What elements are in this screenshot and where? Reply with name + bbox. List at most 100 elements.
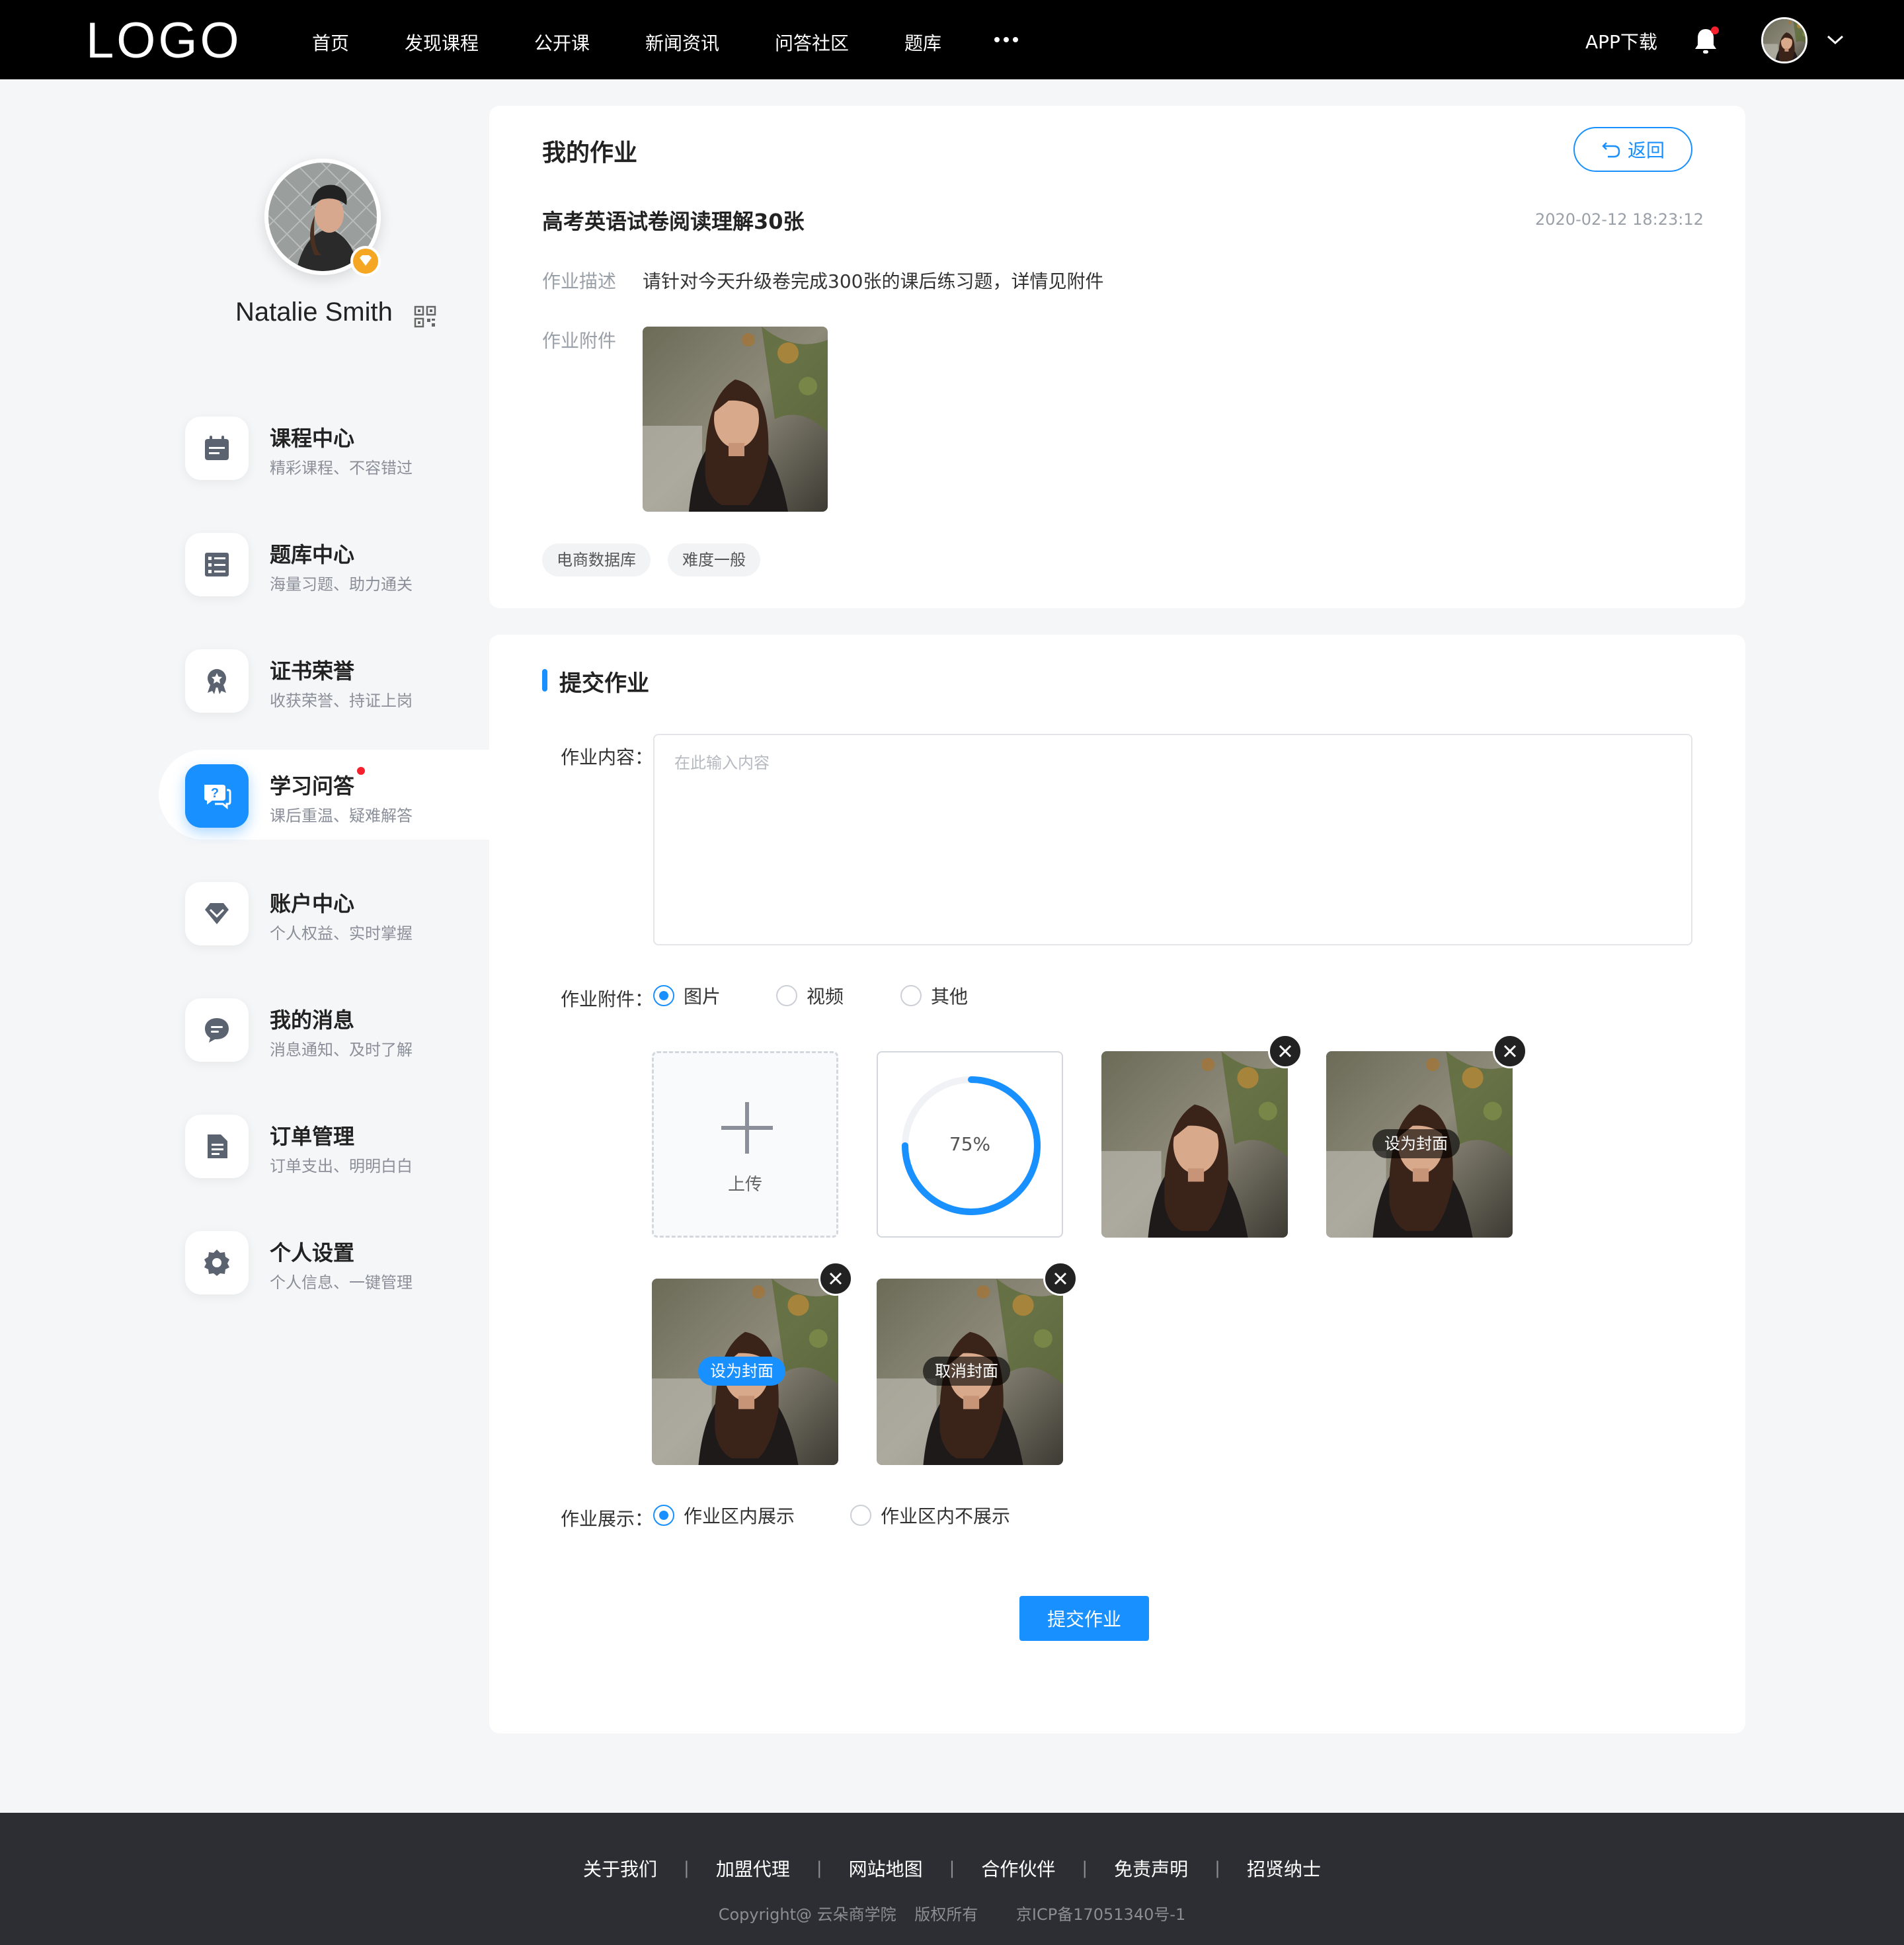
divider: |: [949, 1858, 955, 1878]
content-textarea[interactable]: [653, 734, 1692, 945]
close-icon[interactable]: [1043, 1261, 1078, 1296]
description-label: 作业描述: [542, 270, 617, 292]
more-icon[interactable]: [994, 37, 1018, 42]
sidebar-item-title: 证书荣誉: [270, 658, 355, 684]
plus-icon: [721, 1102, 773, 1154]
upload-label: 上传: [727, 1175, 762, 1195]
profile-name: Natalie Smith: [235, 298, 393, 327]
copyright-text: Copyright@ 云朵商学院: [718, 1905, 896, 1924]
svg-text:?: ?: [211, 786, 219, 801]
sidebar-item-subtitle: 课后重温、疑难解答: [270, 807, 413, 825]
homework-date: 2020-02-12 18:23:12: [1535, 210, 1704, 229]
submit-homework-button[interactable]: 提交作业: [1019, 1596, 1149, 1641]
footer-link-about[interactable]: 关于我们: [583, 1855, 657, 1882]
footer-links: 关于我们 | 加盟代理 | 网站地图 | 合作伙伴 | 免责声明 | 招贤纳士: [0, 1855, 1904, 1882]
sidebar-item-subtitle: 订单支出、明明白白: [270, 1157, 413, 1175]
sidebar-item-subtitle: 收获荣誉、持证上岗: [270, 692, 413, 710]
radio-label: 视频: [807, 986, 844, 1008]
uploaded-image-tile[interactable]: 设为封面: [1326, 1051, 1513, 1238]
uploaded-image-tile[interactable]: 取消封面: [877, 1279, 1063, 1465]
unread-dot: [357, 767, 365, 775]
cancel-cover-button[interactable]: 取消封面: [923, 1357, 1010, 1386]
attachment-label: 作业附件: [542, 330, 617, 352]
logo[interactable]: LOGO: [86, 15, 242, 67]
footer-link-sitemap[interactable]: 网站地图: [849, 1855, 923, 1882]
sidebar-item-account-center[interactable]: 账户中心 个人权益、实时掌握: [159, 867, 489, 957]
radio-circle: [653, 985, 674, 1006]
uploaded-image-tile[interactable]: [1101, 1051, 1288, 1238]
footer-link-franchise[interactable]: 加盟代理: [716, 1855, 790, 1882]
attachment-image[interactable]: [643, 327, 828, 512]
sidebar-item-title: 订单管理: [270, 1124, 355, 1149]
sidebar-item-subtitle: 个人信息、一键管理: [270, 1273, 413, 1292]
radio-circle: [776, 985, 797, 1006]
close-icon[interactable]: [1493, 1034, 1527, 1068]
card-title: 我的作业: [542, 139, 638, 167]
footer-link-disclaimer[interactable]: 免责声明: [1114, 1855, 1188, 1882]
sidebar-item-learning-qa[interactable]: ? 学习问答 课后重温、疑难解答: [159, 750, 489, 840]
homework-title: 高考英语试卷阅读理解30张: [542, 209, 805, 234]
list-icon: [185, 533, 249, 596]
question-chat-icon: ?: [185, 764, 249, 828]
footer-link-careers[interactable]: 招贤纳士: [1247, 1855, 1321, 1882]
diamond-icon: [185, 882, 249, 945]
tag-database: 电商数据库: [542, 543, 651, 576]
sidebar-item-personal-settings[interactable]: 个人设置 个人信息、一键管理: [159, 1216, 489, 1306]
radio-circle: [653, 1505, 674, 1526]
radio-label: 作业区内展示: [684, 1505, 795, 1527]
radio-video[interactable]: 视频: [776, 982, 844, 1009]
radio-display-in-area[interactable]: 作业区内展示: [653, 1502, 795, 1528]
nav-open-courses[interactable]: 公开课: [534, 29, 590, 56]
sidebar-item-certificates[interactable]: 证书荣誉 收获荣誉、持证上岗: [159, 635, 489, 725]
sidebar-item-subtitle: 个人权益、实时掌握: [270, 924, 413, 943]
sidebar-item-my-messages[interactable]: 我的消息 消息通知、及时了解: [159, 984, 489, 1074]
divider: |: [1214, 1858, 1220, 1878]
set-cover-button[interactable]: 设为封面: [698, 1357, 785, 1386]
back-button[interactable]: 返回: [1573, 127, 1692, 172]
qr-code-icon[interactable]: [414, 305, 436, 328]
app-download-link[interactable]: APP下载: [1585, 28, 1657, 54]
radio-other[interactable]: 其他: [900, 982, 968, 1009]
radio-image[interactable]: 图片: [653, 982, 721, 1009]
homework-detail-card: 我的作业 返回 高考英语试卷阅读理解30张 2020-02-12 18:23:1…: [489, 106, 1745, 608]
radio-not-display-in-area[interactable]: 作业区内不展示: [850, 1502, 1010, 1528]
sidebar-item-title: 个人设置: [270, 1240, 355, 1265]
nav-discover-courses[interactable]: 发现课程: [405, 29, 479, 56]
attachment-type-label: 作业附件：: [561, 988, 654, 1010]
calendar-icon: [185, 417, 249, 480]
nav-news[interactable]: 新闻资讯: [645, 29, 719, 56]
nav-question-bank[interactable]: 题库: [904, 29, 941, 56]
divider: |: [684, 1858, 690, 1878]
sidebar-item-title: 学习问答: [270, 774, 355, 799]
set-cover-button[interactable]: 设为封面: [1372, 1129, 1460, 1158]
radio-label: 图片: [684, 986, 721, 1008]
footer: 关于我们 | 加盟代理 | 网站地图 | 合作伙伴 | 免责声明 | 招贤纳士 …: [0, 1813, 1904, 1945]
nav-qa-community[interactable]: 问答社区: [775, 29, 849, 56]
radio-circle: [850, 1505, 871, 1526]
nav-home[interactable]: 首页: [312, 29, 349, 56]
message-icon: [185, 998, 249, 1062]
return-icon: [1602, 142, 1620, 158]
user-avatar[interactable]: [1761, 17, 1807, 63]
content-label: 作业内容：: [561, 746, 654, 768]
uploaded-image-tile[interactable]: 设为封面: [652, 1279, 838, 1465]
sidebar-item-title: 账户中心: [270, 891, 355, 916]
footer-link-partners[interactable]: 合作伙伴: [981, 1855, 1055, 1882]
close-icon[interactable]: [1268, 1034, 1302, 1068]
sidebar-item-order-management[interactable]: 订单管理 订单支出、明明白白: [159, 1100, 489, 1190]
sidebar-item-title: 课程中心: [270, 426, 355, 451]
award-icon: [185, 649, 249, 713]
section-title: 提交作业: [559, 670, 649, 697]
chevron-down-icon[interactable]: [1826, 33, 1844, 46]
submit-homework-card: 提交作业 作业内容： 作业附件： 图片 视频 其他 上传 75% 设为封面: [489, 635, 1745, 1733]
radio-circle: [900, 985, 922, 1006]
upload-tile[interactable]: 上传: [652, 1051, 838, 1238]
sidebar-item-course-center[interactable]: 课程中心 精彩课程、不容错过: [159, 402, 489, 492]
close-icon[interactable]: [818, 1261, 853, 1296]
homework-description: 请针对今天升级卷完成300张的课后练习题，详情见附件: [643, 270, 1104, 292]
gear-icon: [185, 1231, 249, 1294]
notification-dot: [1711, 26, 1719, 34]
upload-progress-tile: 75%: [877, 1051, 1063, 1238]
section-accent-bar: [542, 669, 547, 692]
sidebar-item-question-bank[interactable]: 题库中心 海量习题、助力通关: [159, 518, 489, 608]
